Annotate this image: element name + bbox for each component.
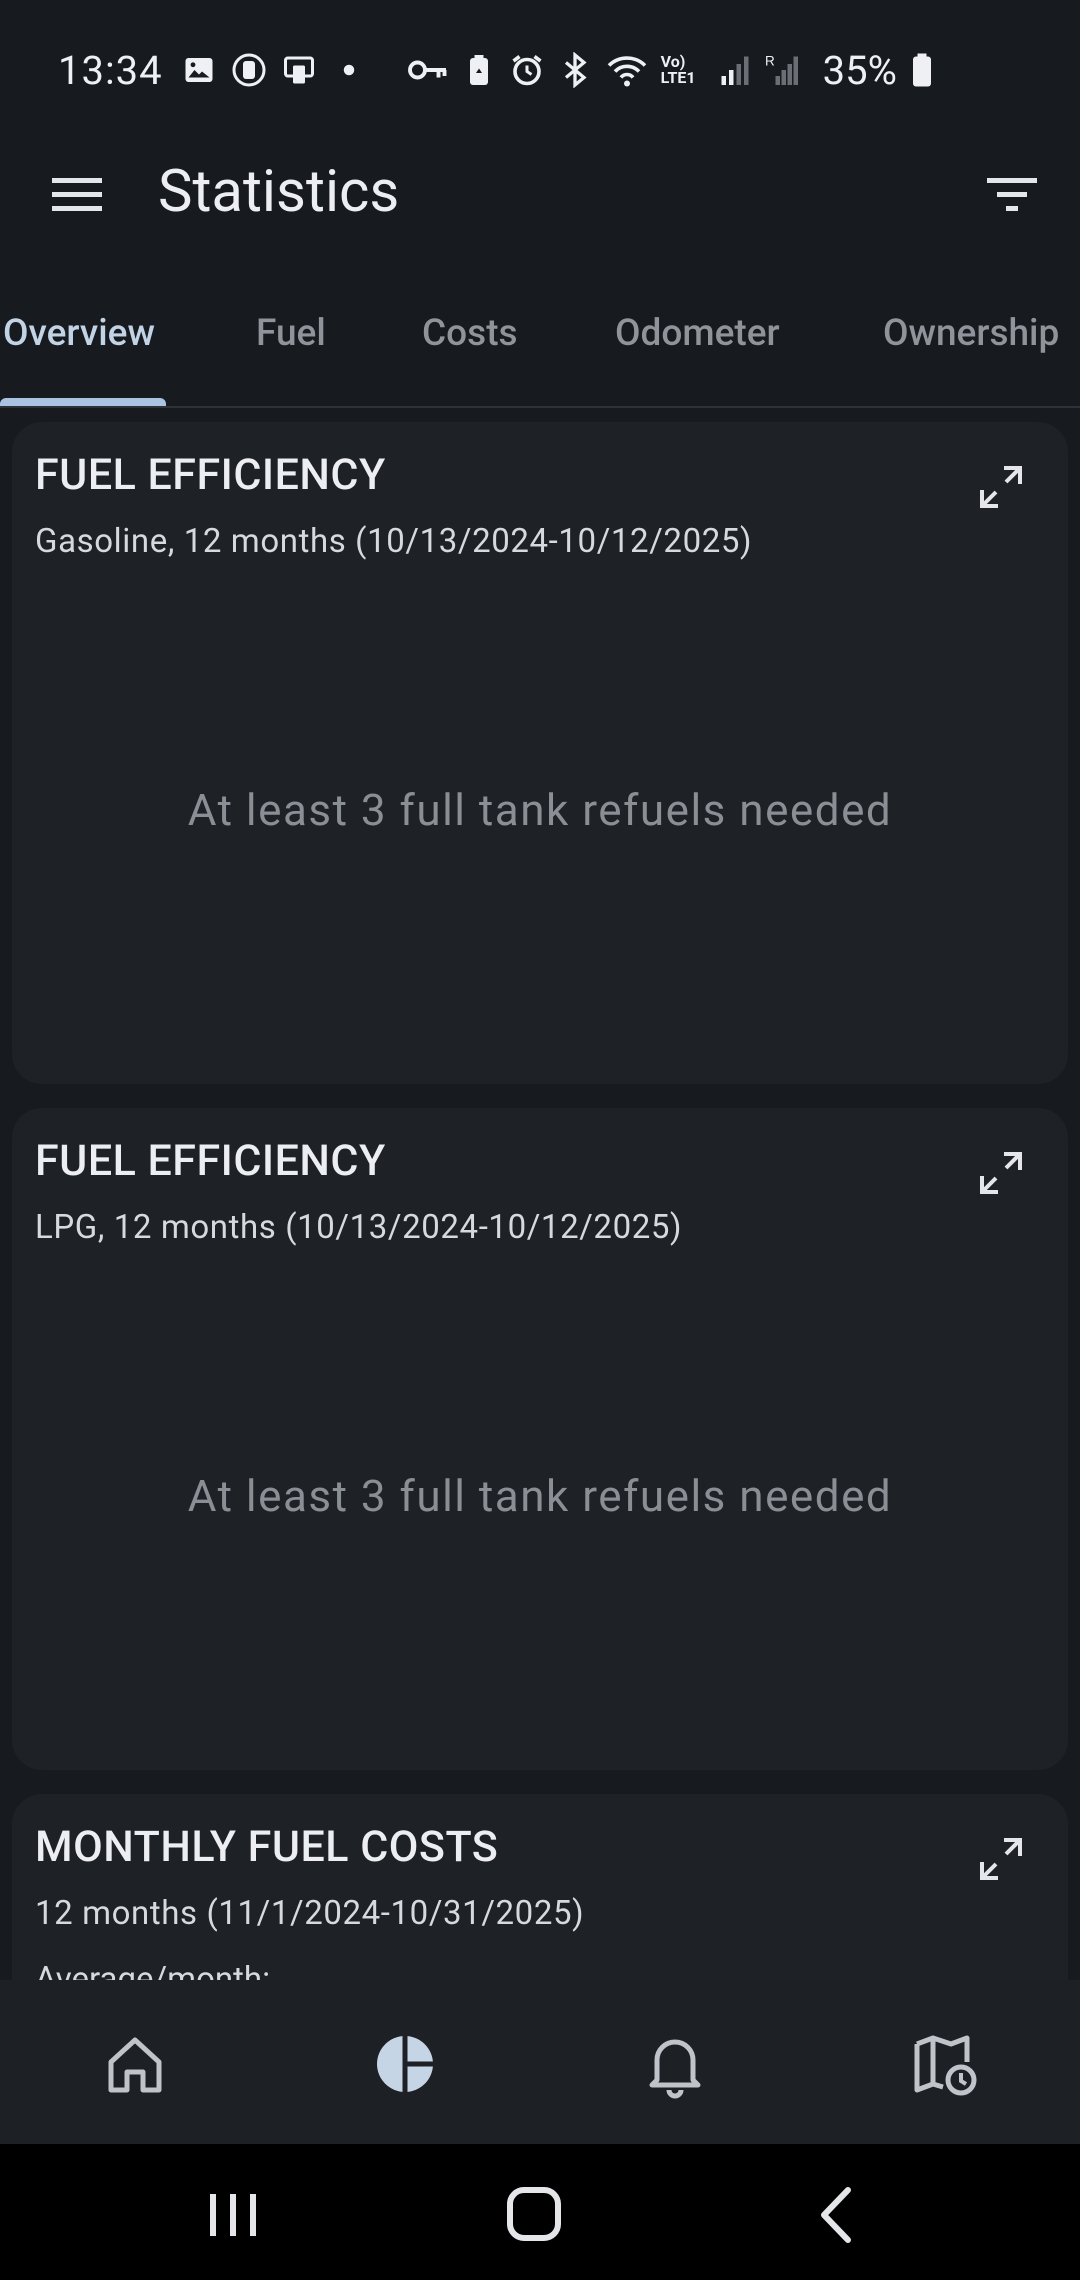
- wifi-icon: [607, 56, 646, 87]
- tab-ownership[interactable]: Ownership: [883, 312, 1059, 355]
- card-title: MONTHLY FUEL COSTS: [35, 1822, 499, 1872]
- status-time: 13:34: [58, 46, 163, 94]
- card-subtitle: 12 months (11/1/2024-10/31/2025): [35, 1894, 585, 1933]
- monthly-fuel-costs-card[interactable]: MONTHLY FUEL COSTS 12 months (11/1/2024-…: [12, 1794, 1068, 1980]
- battery-icon: [912, 53, 931, 87]
- status-bar: 13:34 Vo) LTE1 R 35%: [0, 0, 1080, 140]
- recents-icon[interactable]: [198, 2180, 268, 2250]
- filter-icon[interactable]: [982, 170, 1042, 220]
- expand-icon[interactable]: [976, 462, 1026, 512]
- menu-icon[interactable]: [48, 168, 108, 222]
- notifications-icon[interactable]: [635, 2024, 715, 2104]
- back-icon[interactable]: [804, 2180, 874, 2250]
- roaming-signal-icon: R: [765, 54, 798, 85]
- tab-odometer[interactable]: Odometer: [615, 312, 780, 355]
- empty-state-message: At least 3 full tank refuels needed: [187, 784, 893, 836]
- cast-icon: [283, 56, 314, 84]
- bluetooth-icon: [564, 52, 587, 88]
- battery-percent: 35%: [822, 46, 897, 94]
- image-icon: [185, 58, 213, 82]
- alarm-icon: [512, 55, 542, 86]
- page-title: Statistics: [158, 158, 400, 226]
- svg-text:R: R: [765, 54, 775, 69]
- app-bar: Statistics: [0, 140, 1080, 250]
- statistics-icon[interactable]: [365, 2024, 445, 2104]
- tab-overview[interactable]: Overview: [3, 312, 155, 355]
- tab-costs[interactable]: Costs: [422, 312, 518, 355]
- tab-indicator: [0, 398, 166, 406]
- fuel-efficiency-lpg-card[interactable]: FUEL EFFICIENCY LPG, 12 months (10/13/20…: [12, 1108, 1068, 1770]
- recycle-battery-icon: [469, 55, 488, 85]
- empty-state-message: At least 3 full tank refuels needed: [187, 1470, 893, 1522]
- card-title: FUEL EFFICIENCY: [35, 450, 386, 500]
- fuel-efficiency-gasoline-card[interactable]: FUEL EFFICIENCY Gasoline, 12 months (10/…: [12, 422, 1068, 1084]
- card-title: FUEL EFFICIENCY: [35, 1136, 386, 1186]
- screen-record-icon: [232, 53, 266, 87]
- system-navigation: [0, 2144, 1080, 2280]
- signal-icon: [721, 56, 749, 85]
- expand-icon[interactable]: [976, 1834, 1026, 1884]
- volte-icon: Vo) LTE1: [660, 52, 696, 87]
- vpn-key-icon: [407, 60, 447, 80]
- card-subtitle: LPG, 12 months (10/13/2024-10/12/2025): [35, 1208, 683, 1247]
- trips-map-icon[interactable]: [905, 2024, 985, 2104]
- average-month-label: Average/month:: [35, 1960, 271, 1980]
- expand-icon[interactable]: [976, 1148, 1026, 1198]
- home-button-icon[interactable]: [500, 2180, 570, 2250]
- dot-icon: [343, 64, 354, 76]
- bottom-navigation: [0, 1980, 1080, 2144]
- tab-bar: Overview Fuel Costs Odometer Ownership: [0, 300, 1080, 408]
- card-subtitle: Gasoline, 12 months (10/13/2024-10/12/20…: [35, 522, 753, 561]
- home-icon[interactable]: [95, 2024, 175, 2104]
- tab-fuel[interactable]: Fuel: [256, 312, 326, 355]
